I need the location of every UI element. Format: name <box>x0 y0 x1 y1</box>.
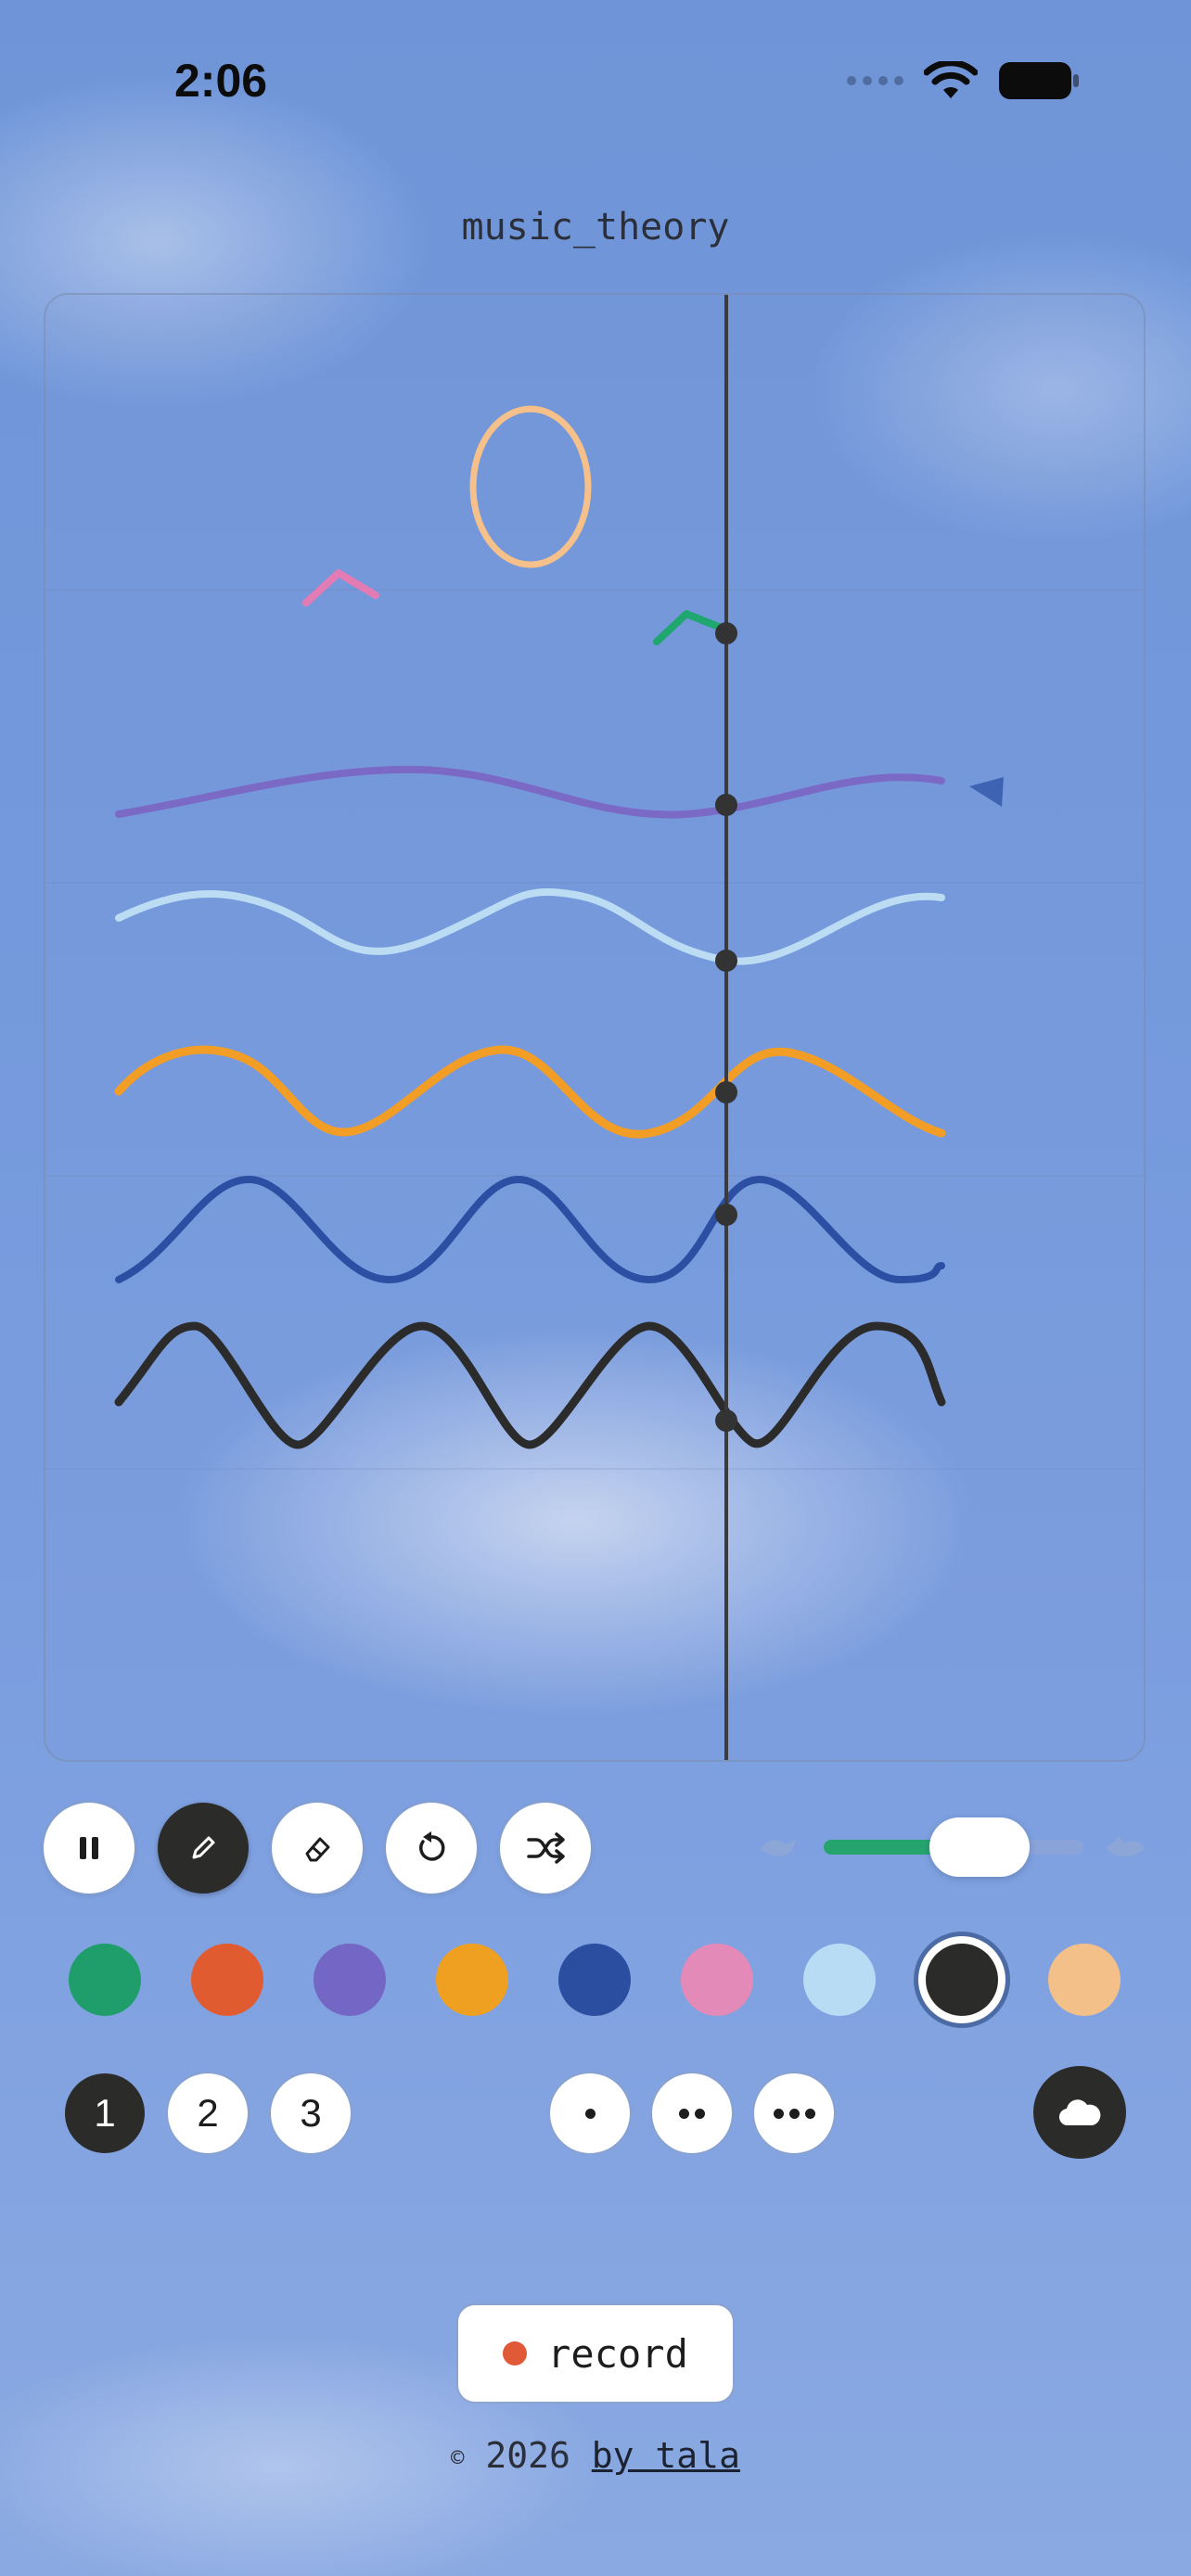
stroke-pink-caret <box>302 569 379 606</box>
author-link[interactable]: by tala <box>592 2435 740 2476</box>
swatch-orange[interactable] <box>436 1944 508 2016</box>
record-label: record <box>547 2330 688 2377</box>
copyright-symbol: © <box>451 2444 465 2471</box>
dot-icon <box>584 2108 596 2119</box>
canvas-strokes <box>45 295 1144 1760</box>
dot-icon <box>804 2108 815 2119</box>
record-button[interactable]: record <box>458 2305 733 2402</box>
stroke-orange-ellipse <box>469 405 592 568</box>
stroke-black-wave <box>114 1321 946 1449</box>
layer-1-button[interactable]: 1 <box>65 2073 145 2153</box>
stroke-navy-wave <box>115 1175 945 1284</box>
stroke-lightblue-wave <box>115 888 945 965</box>
eraser-icon <box>305 1837 330 1862</box>
pause-icon <box>80 1837 98 1859</box>
undo-button[interactable] <box>386 1803 477 1894</box>
slow-icon <box>761 1840 796 1856</box>
swatch-navy[interactable] <box>558 1944 631 2016</box>
fast-icon <box>1106 1836 1145 1856</box>
stroke-purple-tip <box>969 777 1004 807</box>
record-dot-icon <box>503 2341 528 2366</box>
footer-year: 2026 <box>485 2435 570 2476</box>
pencil-icon <box>192 1836 215 1859</box>
pencil-tool-button[interactable] <box>158 1803 249 1894</box>
layer-3-button[interactable]: 3 <box>271 2073 351 2153</box>
tempo-slider[interactable] <box>824 1817 1083 1877</box>
dot-icon <box>679 2108 689 2119</box>
dot-icon <box>788 2108 800 2119</box>
cloud-save-button[interactable] <box>1033 2066 1126 2159</box>
swatch-green[interactable] <box>69 1944 141 2016</box>
shuffle-button[interactable] <box>500 1803 591 1894</box>
dot-icon <box>695 2108 705 2119</box>
pause-button[interactable] <box>44 1803 134 1894</box>
swatch-red-orange[interactable] <box>191 1944 263 2016</box>
swatch-black[interactable] <box>926 1944 998 2016</box>
footer: © 2026 by tala <box>0 2435 1191 2476</box>
eraser-tool-button[interactable] <box>272 1803 363 1894</box>
brush-size-3-button[interactable] <box>754 2073 834 2153</box>
swatch-peach[interactable] <box>1048 1944 1121 2016</box>
slider-thumb[interactable] <box>929 1817 1030 1877</box>
shuffle-icon <box>527 1832 565 1864</box>
brush-size-1-button[interactable] <box>550 2073 630 2153</box>
brush-size-2-button[interactable] <box>652 2073 732 2153</box>
swatch-pink[interactable] <box>681 1944 753 2016</box>
swatch-light-blue[interactable] <box>803 1944 876 2016</box>
stroke-green-caret <box>653 610 723 645</box>
cloud-icon <box>1058 2099 1101 2126</box>
stroke-orange-wave <box>114 1045 946 1139</box>
layer-2-button[interactable]: 2 <box>168 2073 248 2153</box>
stroke-purple-wave <box>115 765 945 819</box>
dot-icon <box>773 2108 784 2119</box>
swatch-purple[interactable] <box>314 1944 386 2016</box>
undo-icon <box>419 1831 445 1861</box>
